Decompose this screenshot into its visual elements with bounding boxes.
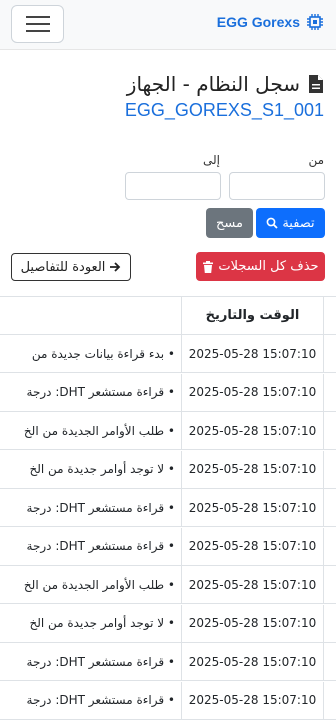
to-label: إلى xyxy=(203,153,220,167)
log-message: • قراءة مستشعر DHT: درجة xyxy=(0,489,181,526)
log-time: 2025-05-28 15:07:10 xyxy=(181,643,324,680)
menu-toggle-button[interactable] xyxy=(11,5,64,43)
log-time: 2025-05-28 15:07:10 xyxy=(181,489,324,526)
log-message-text: • طلب الأوامر الجديدة من الخ xyxy=(23,423,175,438)
filter-button[interactable]: تصفية xyxy=(256,208,325,238)
back-label: العودة للتفاصيل xyxy=(20,259,106,275)
log-message: • طلب الأوامر الجديدة من الخ xyxy=(0,566,181,603)
table-row: 2025-05-28 15:07:10 • قراءة مستشعر DHT: د… xyxy=(0,373,336,412)
log-message-text: • قراءة مستشعر DHT: درجة xyxy=(26,500,175,515)
log-message: • لا توجد أوامر جديدة من الخ xyxy=(0,605,181,642)
table-row: 2025-05-28 15:07:10 • لا توجد أوامر جديدة… xyxy=(0,450,336,489)
from-label: من xyxy=(308,153,324,167)
log-message-text: • قراءة مستشعر DHT: درجة xyxy=(26,654,175,669)
table-row: 2025-05-28 15:07:10 • قراءة مستشعر DHT: د… xyxy=(0,527,336,566)
page-title: سجل النظام - الجهاز xyxy=(126,72,300,96)
brand-name: EGG Gorexs xyxy=(216,14,300,30)
file-icon xyxy=(309,75,323,93)
log-message-text: • طلب الأوامر الجديدة من الخ xyxy=(23,577,175,592)
log-message-text: • قراءة مستشعر DHT: درجة xyxy=(26,539,175,553)
hamburger-icon xyxy=(25,16,50,32)
table-row: 2025-05-28 15:07:10 • قراءة مستشعر DHT: د… xyxy=(0,489,336,527)
log-time: 2025-05-28 15:07:10 xyxy=(181,373,324,411)
logs-table[interactable]: الوقت والتاريخ 2025-05-28 15:07:10 • بدء … xyxy=(0,296,336,720)
log-message-text: • لا توجد أوامر جديدة من الخ xyxy=(29,616,175,630)
device-id-link[interactable]: EGG_GOREXS_S1_001 xyxy=(125,100,324,121)
back-to-details-button[interactable]: العودة للتفاصيل xyxy=(11,253,131,281)
search-icon xyxy=(266,217,278,229)
log-message: • قراءة مستشعر DHT: درجة xyxy=(0,528,181,565)
page-title-row: سجل النظام - الجهاز xyxy=(127,72,324,96)
filter-button-label: تصفية xyxy=(282,215,315,231)
main-content: سجل النظام - الجهاز EGG_GOREXS_S1_001 من… xyxy=(0,50,336,720)
table-row: 2025-05-28 15:07:10 • طلب الأوامر الجديدة… xyxy=(0,566,336,604)
table-row: 2025-05-28 15:07:10 • قراءة مستشعر DHT: د… xyxy=(0,643,336,681)
table-row: 2025-05-28 15:07:10 • بدء قراءة بيانات جد… xyxy=(0,335,336,373)
to-date-input[interactable] xyxy=(125,172,221,200)
log-message-text: • قراءة مستشعر DHT: درجة xyxy=(26,385,175,399)
log-message: • طلب الأوامر الجديدة من الخ xyxy=(0,412,181,449)
delete-all-button[interactable]: حذف كل السجلات xyxy=(196,252,325,281)
log-message: • قراءة مستشعر DHT: درجة xyxy=(0,643,181,680)
header-message xyxy=(0,297,181,334)
log-message: • لا توجد أوامر جديدة من الخ xyxy=(0,451,181,488)
table-row: 2025-05-28 15:07:10 • قراءة مستشعر DHT: د… xyxy=(0,681,336,720)
log-message: • قراءة مستشعر DHT: درجة xyxy=(0,682,181,719)
log-message-text: • لا توجد أوامر جديدة من الخ xyxy=(29,462,175,476)
header-time: الوقت والتاريخ xyxy=(181,297,324,334)
table-row: 2025-05-28 15:07:10 • طلب الأوامر الجديدة… xyxy=(0,412,336,450)
log-time: 2025-05-28 15:07:10 xyxy=(181,450,324,488)
log-time: 2025-05-28 15:07:10 xyxy=(181,412,324,449)
clear-button[interactable]: مسح xyxy=(206,208,253,238)
chip-icon xyxy=(307,14,323,30)
table-row: 2025-05-28 15:07:10 • لا توجد أوامر جديدة… xyxy=(0,604,336,643)
from-date-input[interactable] xyxy=(229,172,325,200)
navbar: EGG Gorexs xyxy=(0,0,336,50)
arrow-right-icon xyxy=(110,262,121,272)
trash-icon xyxy=(203,260,214,273)
clear-button-label: مسح xyxy=(216,215,243,231)
delete-all-label: حذف كل السجلات xyxy=(218,259,319,274)
log-time: 2025-05-28 15:07:10 xyxy=(181,681,324,719)
log-message: • بدء قراءة بيانات جديدة من xyxy=(0,335,181,372)
log-time: 2025-05-28 15:07:10 xyxy=(181,335,324,372)
log-time: 2025-05-28 15:07:10 xyxy=(181,527,324,565)
table-header-row: الوقت والتاريخ xyxy=(0,297,336,335)
brand-link[interactable]: EGG Gorexs xyxy=(217,13,324,31)
log-message-text: • بدء قراءة بيانات جديدة من xyxy=(31,346,175,361)
log-message-text: • قراءة مستشعر DHT: درجة xyxy=(26,693,175,707)
log-time: 2025-05-28 15:07:10 xyxy=(181,604,324,642)
log-time: 2025-05-28 15:07:10 xyxy=(181,566,324,603)
log-message: • قراءة مستشعر DHT: درجة xyxy=(0,374,181,411)
